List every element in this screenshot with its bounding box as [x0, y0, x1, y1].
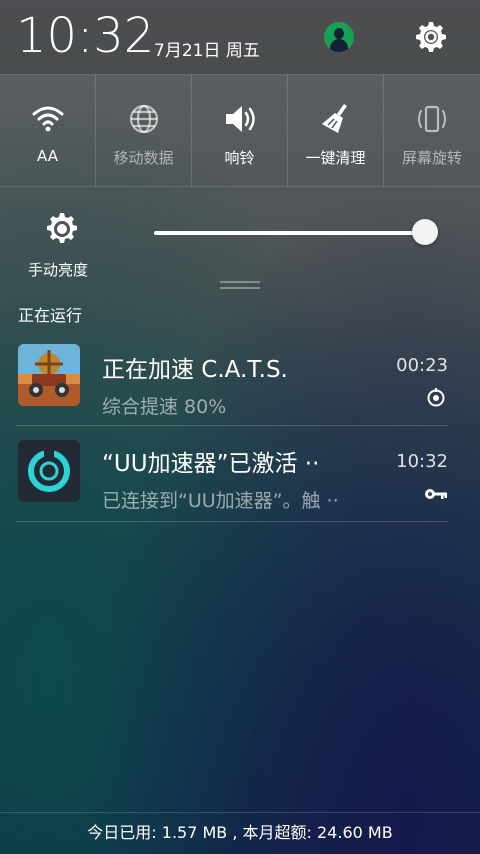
cats-app-icon: [18, 344, 80, 406]
tile-label: AA: [37, 147, 58, 165]
user-avatar-icon[interactable]: [324, 22, 354, 52]
uu-app-icon: [18, 440, 80, 502]
status-header: 10:32 7月21日 周五: [0, 0, 480, 74]
notification-time: 00:23: [396, 355, 448, 376]
wifi-icon: [32, 106, 64, 132]
quick-settings: AA 移动数据 响铃 一键清理 屏幕旋转: [0, 74, 480, 187]
data-usage-footer: 今日已用: 1.57 MB , 本月超额: 24.60 MB: [0, 812, 480, 854]
tile-clean[interactable]: 一键清理: [288, 75, 384, 187]
notification-title: “UU加速器”已激活 ··: [102, 451, 320, 477]
tile-wifi[interactable]: AA: [0, 75, 96, 187]
key-icon: [425, 489, 447, 499]
speaker-icon: [226, 106, 255, 132]
date: 7月21日 周五: [154, 41, 260, 61]
drag-handle[interactable]: [220, 287, 260, 289]
tile-ringer[interactable]: 响铃: [192, 75, 288, 187]
gear-icon[interactable]: [414, 20, 448, 54]
tile-label: 屏幕旋转: [401, 149, 462, 167]
notification-item[interactable]: “UU加速器”已激活 ·· 已连接到“UU加速器”。触 ·· 10:32: [16, 426, 448, 522]
tile-label: 响铃: [224, 149, 255, 167]
notification-subtitle: 已连接到“UU加速器”。触 ··: [102, 490, 339, 512]
notification-time: 10:32: [396, 451, 448, 472]
rotate-phone-icon: [418, 105, 446, 133]
brightness-panel: 手动亮度: [0, 186, 480, 292]
tile-mobile-data[interactable]: 移动数据: [96, 75, 192, 187]
notification-title: 正在加速 C.A.T.S.: [102, 357, 288, 383]
brightness-slider[interactable]: [154, 219, 438, 245]
tile-label: 移动数据: [113, 149, 174, 167]
notification-item[interactable]: 正在加速 C.A.T.S. 综合提速 80% 00:23: [16, 330, 448, 426]
notification-subtitle: 综合提速 80%: [102, 396, 227, 418]
slider-knob[interactable]: [412, 219, 438, 245]
section-title: 正在运行: [18, 306, 83, 325]
tile-label: 一键清理: [305, 149, 366, 167]
tile-rotation[interactable]: 屏幕旋转: [384, 75, 480, 187]
globe-icon: [129, 104, 159, 134]
drag-handle[interactable]: [220, 281, 260, 283]
brightness-icon[interactable]: [44, 211, 80, 247]
broom-icon: [322, 104, 347, 133]
clock: 10:32: [16, 8, 155, 64]
target-icon: [427, 388, 445, 407]
brightness-label: 手动亮度: [28, 261, 89, 279]
